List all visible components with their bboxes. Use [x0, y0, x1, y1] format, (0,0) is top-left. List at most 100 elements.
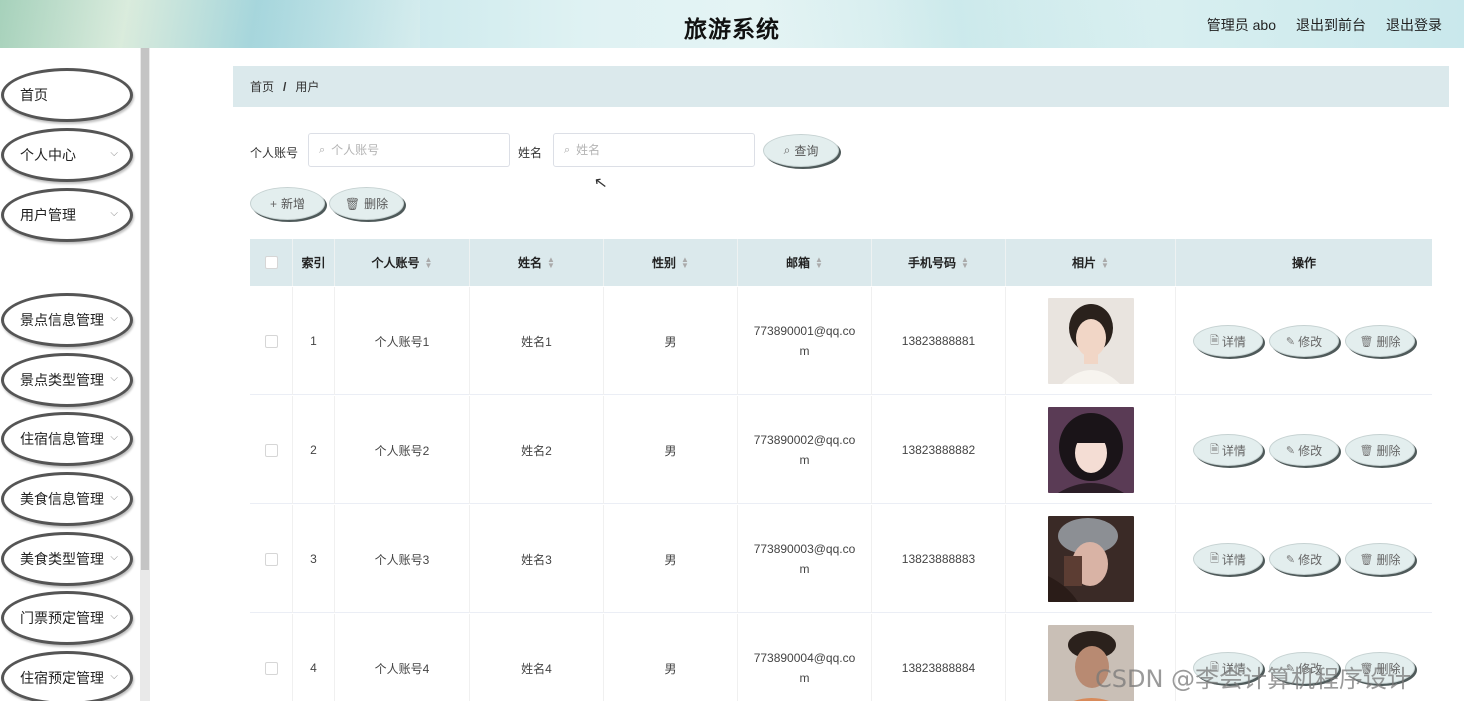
row-checkbox[interactable]	[264, 334, 278, 348]
chevron-down-icon: ⌵	[110, 432, 118, 443]
document-icon: 🗎	[1210, 334, 1219, 347]
admin-user-link[interactable]: 管理员 abo	[1207, 15, 1276, 35]
detail-button[interactable]: 🗎 详情	[1193, 543, 1263, 575]
gender-cell: 男	[604, 505, 738, 613]
chevron-down-icon: ⌵	[110, 552, 118, 563]
name-search-input[interactable]	[576, 143, 727, 157]
name-cell: 姓名2	[470, 396, 604, 504]
trash-icon: 🗑	[1359, 335, 1374, 348]
user-photo[interactable]	[1047, 516, 1134, 602]
row-select-cell	[250, 505, 293, 613]
trash-icon: 🗑	[1359, 553, 1374, 566]
detail-button[interactable]: 🗎 详情	[1193, 434, 1263, 466]
user-table: 索引 个人账号 ▲ ▼ 姓名 ▲ ▼ 性别 ▲ ▼ 邮箱 ▲ ▼ 手机号码 ▲ ▼ 相片 …	[250, 239, 1432, 701]
back-to-front-link[interactable]: 退出到前台	[1296, 15, 1366, 35]
gender-cell: 男	[604, 287, 738, 395]
column-header-account[interactable]: 个人账号 ▲ ▼	[335, 239, 470, 286]
column-header-label: 手机号码	[908, 256, 957, 270]
column-header-label: 邮箱	[786, 256, 811, 270]
sidebar-item-personal-center[interactable]: 个人中心 ⌵	[1, 128, 133, 182]
edit-button[interactable]: ✎ 修改	[1269, 325, 1339, 357]
plus-icon: +	[269, 196, 277, 211]
add-button[interactable]: + 新增	[250, 187, 325, 220]
edit-button-label: 修改	[1298, 443, 1323, 458]
sidebar-item-attraction-info[interactable]: 景点信息管理 ⌵	[1, 293, 133, 347]
sidebar-scrollbar-thumb[interactable]	[141, 48, 149, 570]
phone-cell: 13823888883	[872, 505, 1006, 613]
column-header-index: 索引	[293, 239, 335, 286]
phone-cell: 13823888884	[872, 614, 1006, 701]
search-icon: ⌕	[319, 143, 326, 156]
sidebar-item-label: 个人中心	[20, 147, 76, 163]
sidebar-item-label: 住宿信息管理	[20, 431, 104, 447]
name-search-field[interactable]: ⌕	[553, 133, 755, 167]
column-header-label: 索引	[301, 256, 326, 270]
email-cell: 773890004@qq.com	[738, 614, 872, 701]
sort-icon[interactable]: ▲ ▼	[815, 255, 823, 269]
row-select-cell	[250, 287, 293, 395]
breadcrumb-home[interactable]: 首页	[250, 78, 274, 95]
account-search-input[interactable]	[331, 143, 482, 157]
row-checkbox[interactable]	[264, 661, 278, 675]
logout-link[interactable]: 退出登录	[1386, 15, 1442, 35]
edit-button-label: 修改	[1298, 552, 1323, 567]
sidebar-item-lodging-booking[interactable]: 住宿预定管理 ⌵	[1, 651, 133, 701]
sidebar-item-user-management[interactable]: 用户管理 ⌵	[1, 188, 133, 242]
sidebar-item-food-info[interactable]: 美食信息管理 ⌵	[1, 472, 133, 526]
sort-icon[interactable]: ▲ ▼	[1101, 255, 1109, 269]
name-search-label: 姓名	[518, 146, 543, 160]
sidebar-item-attraction-type[interactable]: 景点类型管理 ⌵	[1, 353, 133, 407]
query-button[interactable]: ⌕ 查询	[763, 134, 839, 167]
row-checkbox[interactable]	[264, 443, 278, 457]
sidebar-item-label: 首页	[20, 87, 48, 103]
column-header-photo[interactable]: 相片 ▲ ▼	[1006, 239, 1176, 286]
bulk-delete-button[interactable]: 🗑 删除	[329, 187, 404, 220]
breadcrumb: 首页 / 用户	[233, 66, 1449, 107]
chevron-down-icon: ⌵	[110, 611, 118, 622]
edit-button[interactable]: ✎ 修改	[1269, 434, 1339, 466]
edit-button[interactable]: ✎ 修改	[1269, 543, 1339, 575]
chevron-down-icon: ⌵	[110, 492, 118, 503]
user-photo[interactable]	[1047, 298, 1134, 384]
phone-cell: 13823888881	[872, 287, 1006, 395]
table-row: 1 个人账号1 姓名1 男 773890001@qq.com 138238888…	[250, 287, 1432, 395]
delete-button[interactable]: 🗑 删除	[1345, 325, 1415, 357]
sidebar-item-label: 景点类型管理	[20, 372, 104, 388]
detail-button-label: 详情	[1221, 334, 1246, 349]
document-icon: 🗎	[1210, 443, 1219, 456]
sidebar-item-food-type[interactable]: 美食类型管理 ⌵	[1, 532, 133, 586]
sidebar-item-ticket-booking[interactable]: 门票预定管理 ⌵	[1, 591, 133, 645]
column-header-gender[interactable]: 性别 ▲ ▼	[604, 239, 738, 286]
chevron-down-icon: ⌵	[110, 313, 118, 324]
sort-icon[interactable]: ▲ ▼	[681, 255, 689, 269]
table-header: 索引 个人账号 ▲ ▼ 姓名 ▲ ▼ 性别 ▲ ▼ 邮箱 ▲ ▼ 手机号码 ▲ ▼ 相片 …	[250, 239, 1432, 286]
column-header-phone[interactable]: 手机号码 ▲ ▼	[872, 239, 1006, 286]
sort-icon[interactable]: ▲ ▼	[547, 255, 555, 269]
sort-icon[interactable]: ▲ ▼	[425, 255, 433, 269]
sidebar: 首页 个人中心 ⌵ 用户管理 ⌵ 用户 景点信息管理 ⌵ 景点类型管理 ⌵ 住宿…	[0, 48, 150, 701]
column-header-email[interactable]: 邮箱 ▲ ▼	[738, 239, 872, 286]
sidebar-item-lodging-info[interactable]: 住宿信息管理 ⌵	[1, 412, 133, 466]
select-all-checkbox[interactable]	[264, 256, 278, 269]
column-header-label: 相片	[1072, 256, 1097, 270]
bulk-delete-button-label: 删除	[364, 197, 389, 211]
account-cell: 个人账号3	[335, 505, 470, 613]
detail-button-label: 详情	[1221, 552, 1246, 567]
delete-button[interactable]: 🗑 删除	[1345, 434, 1415, 466]
account-search-field[interactable]: ⌕	[308, 133, 510, 167]
column-header-name[interactable]: 姓名 ▲ ▼	[470, 239, 604, 286]
detail-button[interactable]: 🗎 详情	[1193, 325, 1263, 357]
breadcrumb-current: 用户	[295, 80, 320, 94]
sort-icon[interactable]: ▲ ▼	[961, 255, 969, 269]
sidebar-item-home[interactable]: 首页	[1, 68, 133, 122]
pencil-icon: ✎	[1285, 444, 1296, 457]
row-checkbox[interactable]	[264, 552, 278, 566]
table-row: 3 个人账号3 姓名3 男 773890003@qq.com 138238888…	[250, 505, 1432, 613]
delete-button[interactable]: 🗑 删除	[1345, 543, 1415, 575]
sidebar-item-label: 美食类型管理	[20, 551, 104, 567]
sidebar-item-label: 景点信息管理	[20, 312, 104, 328]
email-cell: 773890001@qq.com	[738, 287, 872, 395]
email-cell: 773890003@qq.com	[738, 505, 872, 613]
user-photo[interactable]	[1047, 407, 1134, 493]
delete-button-label: 删除	[1376, 552, 1401, 567]
